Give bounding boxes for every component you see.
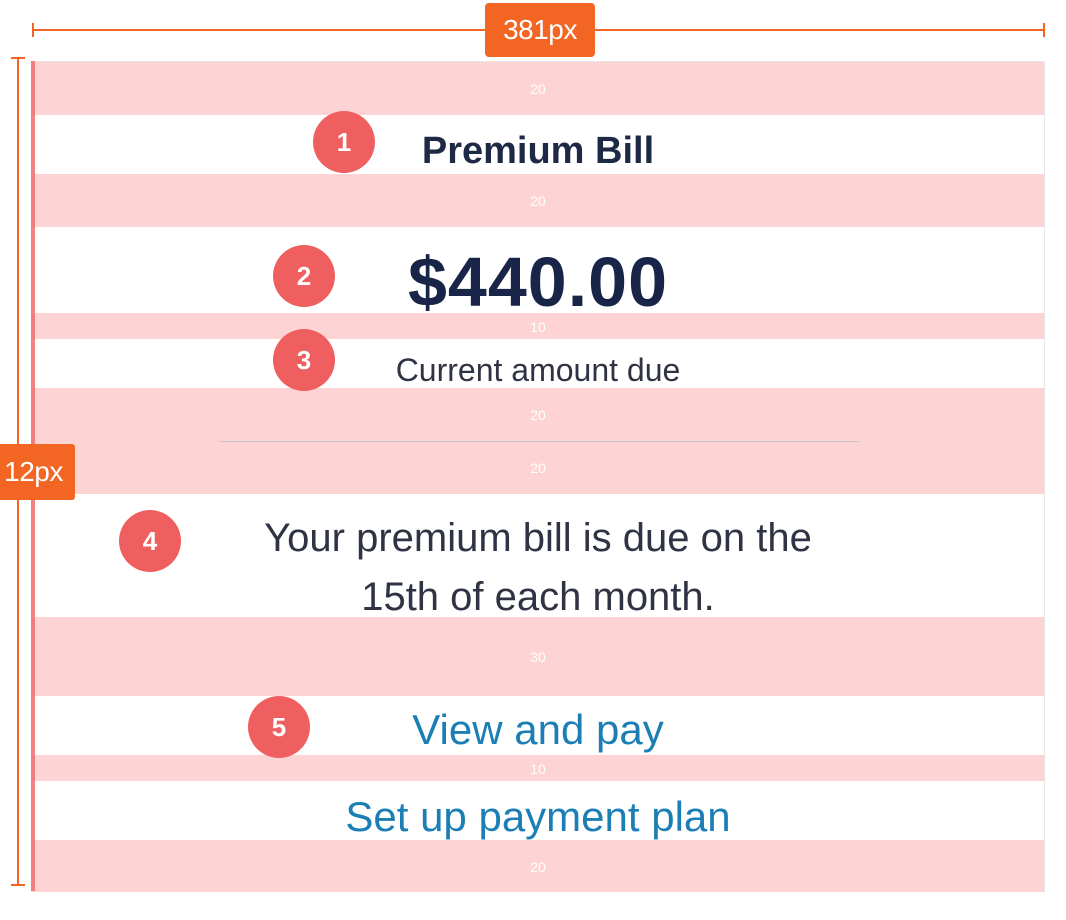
height-dimension-cap-top — [11, 57, 25, 59]
amount-due-caption: Current amount due — [395, 352, 681, 388]
width-dimension-label: 381px — [485, 3, 595, 57]
view-and-pay-link[interactable]: View and pay — [32, 706, 1044, 754]
spacing-label-after-title: 20 — [530, 193, 546, 209]
height-dimension-cap-bottom — [11, 884, 25, 886]
spacing-label-after-amount: 10 — [530, 319, 546, 335]
card-title: Premium Bill — [421, 130, 655, 172]
callout-marker-4: 4 — [119, 510, 181, 572]
spacing-band-after-message: 30 — [32, 617, 1044, 696]
due-date-message-line-2: 15th of each month. — [361, 575, 715, 619]
spacing-band-after-title: 20 — [32, 174, 1044, 227]
callout-marker-2: 2 — [273, 245, 335, 307]
spacing-label-between-links: 10 — [530, 761, 546, 777]
spacing-label-after-message: 30 — [530, 649, 546, 665]
premium-bill-card: 20 20 10 20 20 30 10 20 Premium Bill $44… — [31, 61, 1045, 892]
amount-due-value: $440.00 — [407, 243, 669, 321]
spacing-label-after-divider: 20 — [530, 460, 546, 476]
spacing-band-between-links: 10 — [32, 755, 1044, 781]
width-dimension-cap-right — [1043, 23, 1045, 37]
spacing-label-top: 20 — [530, 81, 546, 97]
spacing-label-bottom: 20 — [530, 859, 546, 875]
due-date-message: Your premium bill is due on the 15th of … — [32, 509, 1044, 627]
spacing-label-before-divider: 20 — [530, 407, 546, 423]
due-date-message-line-1: Your premium bill is due on the — [264, 516, 812, 560]
height-dimension-label: 12px — [0, 444, 75, 500]
setup-payment-plan-link[interactable]: Set up payment plan — [32, 793, 1044, 841]
spacing-band-bottom: 20 — [32, 840, 1044, 892]
callout-marker-1: 1 — [313, 111, 375, 173]
spacing-band-top: 20 — [32, 62, 1044, 115]
callout-marker-3: 3 — [273, 329, 335, 391]
callout-marker-5: 5 — [248, 696, 310, 758]
width-dimension-cap-left — [32, 23, 34, 37]
divider — [219, 441, 859, 442]
